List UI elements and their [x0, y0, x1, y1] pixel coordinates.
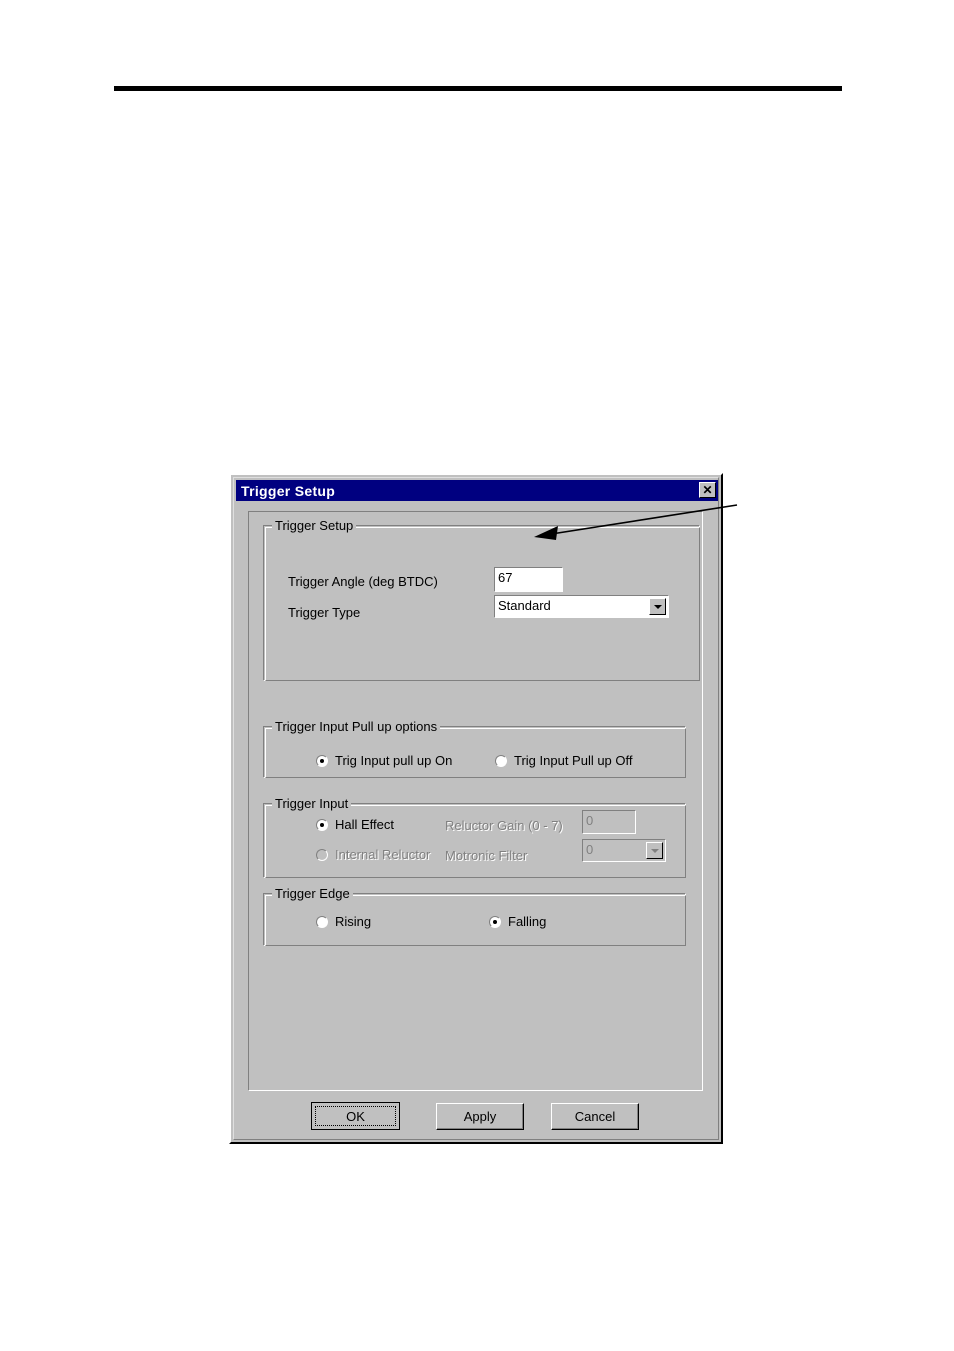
- radio-off-icon: [316, 848, 328, 861]
- dialog-title: Trigger Setup: [241, 482, 336, 499]
- trigger-angle-input[interactable]: 67: [494, 567, 563, 592]
- trigger-angle-label: Trigger Angle (deg BTDC): [288, 574, 438, 589]
- group-trigger-setup-legend: Trigger Setup: [272, 518, 357, 533]
- radio-on-icon: [316, 754, 328, 767]
- radio-hall-effect[interactable]: Hall Effect: [316, 817, 394, 832]
- dialog-titlebar: Trigger Setup ✕: [236, 480, 718, 501]
- radio-falling[interactable]: Falling: [489, 914, 546, 929]
- trigger-type-label: Trigger Type: [288, 605, 361, 620]
- radio-pullup-off-label: Trig Input Pull up Off: [514, 753, 633, 768]
- trigger-type-combo[interactable]: Standard: [494, 595, 669, 618]
- group-pullup-options-legend: Trigger Input Pull up options: [272, 719, 441, 734]
- radio-internal-reluctor-label: Internal Reluctor: [335, 847, 431, 862]
- group-pullup-options: Trigger Input Pull up options: [263, 719, 686, 778]
- reluctor-gain-label: Reluctor Gain (0 - 7): [445, 818, 563, 833]
- motronic-filter-value: 0: [586, 842, 594, 857]
- radio-rising-label: Rising: [335, 914, 372, 929]
- radio-off-icon: [495, 754, 507, 767]
- apply-button[interactable]: Apply: [436, 1103, 524, 1130]
- motronic-filter-combo: 0: [582, 839, 666, 862]
- close-icon-glyph: ✕: [702, 483, 713, 497]
- chevron-down-glyph: [653, 604, 662, 609]
- group-trigger-input-legend: Trigger Input: [272, 796, 352, 811]
- radio-on-icon: [316, 818, 328, 831]
- trigger-type-value: Standard: [498, 598, 551, 613]
- radio-pullup-on[interactable]: Trig Input pull up On: [316, 753, 452, 768]
- chevron-down-icon[interactable]: [649, 598, 666, 615]
- radio-hall-effect-label: Hall Effect: [335, 817, 395, 832]
- reluctor-gain-input: 0: [582, 810, 636, 834]
- close-icon[interactable]: ✕: [699, 482, 716, 498]
- cancel-button[interactable]: Cancel: [551, 1103, 639, 1130]
- radio-on-icon: [489, 915, 501, 928]
- ok-button[interactable]: OK: [311, 1102, 400, 1130]
- trigger-setup-dialog: Trigger Setup ✕ Trigger Setup Trigger An…: [229, 473, 723, 1144]
- group-trigger-edge-legend: Trigger Edge: [272, 886, 353, 901]
- radio-pullup-on-label: Trig Input pull up On: [335, 753, 453, 768]
- radio-internal-reluctor: Internal Reluctor: [316, 847, 430, 862]
- radio-rising[interactable]: Rising: [316, 914, 371, 929]
- radio-off-icon: [316, 915, 328, 928]
- chevron-down-icon: [646, 842, 663, 859]
- dialog-client-panel: Trigger Setup Trigger Angle (deg BTDC) 6…: [248, 511, 703, 1091]
- radio-pullup-off[interactable]: Trig Input Pull up Off: [495, 753, 633, 768]
- radio-falling-label: Falling: [508, 914, 547, 929]
- chevron-down-glyph: [650, 848, 659, 853]
- ok-button-label: OK: [315, 1106, 396, 1126]
- motronic-filter-label: Motronic Filter: [445, 848, 528, 863]
- page-header-rule: [114, 86, 842, 91]
